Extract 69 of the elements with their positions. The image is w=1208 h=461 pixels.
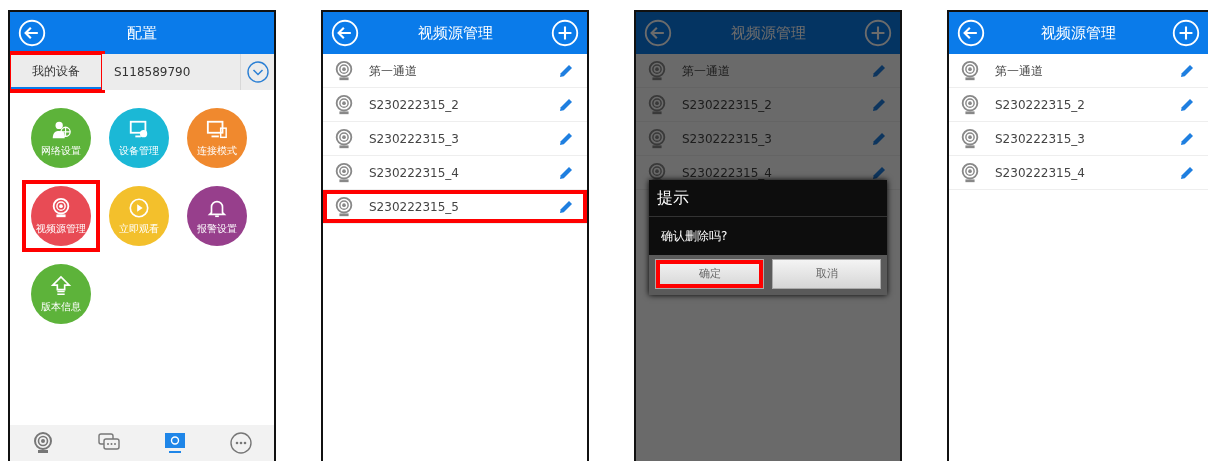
add-button[interactable] (1172, 19, 1200, 47)
dialog-message: 确认删除吗? (660, 228, 729, 245)
menu-tile[interactable]: 报警设置 (187, 186, 247, 246)
row-label: S230222315_5 (369, 198, 460, 216)
row-label: S230222315_2 (369, 96, 460, 114)
webcam-icon (646, 59, 668, 82)
plus-icon (864, 19, 892, 47)
list-row[interactable]: S230222315_4 (949, 156, 1208, 190)
webcam-icon (959, 127, 981, 150)
monitor-phone-icon (206, 118, 228, 141)
webcam-icon (646, 127, 668, 150)
dialog-button[interactable]: 确定 (655, 259, 764, 289)
row-label: S230222315_4 (995, 164, 1086, 182)
list-row[interactable]: S230222315_2 (323, 88, 587, 122)
list-row[interactable]: 第一通道 (636, 54, 900, 88)
add-button[interactable] (551, 19, 579, 47)
tab[interactable]: 我的设备 (10, 54, 102, 90)
plus-icon (551, 19, 579, 47)
back-button[interactable] (644, 19, 672, 47)
up-arrow-icon (50, 274, 72, 297)
row-label: S230222315_3 (369, 130, 460, 148)
webcam-icon (333, 161, 355, 184)
screen-title: 配置 (127, 22, 157, 44)
list-row[interactable]: S230222315_3 (323, 122, 587, 156)
dialog-title: 提示 (649, 180, 887, 217)
more-icon (229, 431, 253, 455)
webcam-icon (646, 93, 668, 116)
chevron-down-icon (245, 60, 270, 84)
play-icon (128, 196, 150, 219)
screen-title: 视频源管理 (730, 22, 806, 44)
list-row[interactable]: S230222315_2 (636, 88, 900, 122)
row-label: S230222315_3 (682, 130, 773, 148)
nav-tab[interactable] (31, 431, 55, 455)
row-label: S230222315_3 (995, 130, 1086, 148)
webcam-icon (333, 195, 355, 218)
webcam-icon (959, 59, 981, 82)
row-label: S230222315_4 (682, 164, 773, 182)
nav-tab[interactable] (229, 431, 253, 455)
list-row[interactable]: S230222315_3 (949, 122, 1208, 156)
nav-tab[interactable] (163, 431, 187, 455)
list-row[interactable]: S230222315_4 (323, 156, 587, 190)
screen-title: 视频源管理 (417, 22, 493, 44)
row-label: 第一通道 (369, 62, 418, 80)
webcam-icon (959, 93, 981, 116)
add-button[interactable] (864, 19, 892, 47)
row-label: S230222315_2 (682, 96, 773, 114)
webcam-icon (959, 161, 981, 184)
back-button[interactable] (957, 19, 985, 47)
list-row[interactable]: S230222315_5 (323, 190, 587, 224)
list-row[interactable]: S230222315_2 (949, 88, 1208, 122)
row-label: 第一通道 (682, 62, 731, 80)
webcam-icon (333, 127, 355, 150)
row-label: 第一通道 (995, 62, 1044, 80)
row-label: S230222315_2 (995, 96, 1086, 114)
webcam-icon (31, 431, 55, 455)
webcam-icon (333, 93, 355, 116)
back-button[interactable] (331, 19, 359, 47)
back-button[interactable] (18, 19, 46, 47)
list-row[interactable]: 第一通道 (323, 54, 587, 88)
menu-tile[interactable]: 视频源管理 (31, 186, 91, 246)
webcam-icon (333, 59, 355, 82)
dialog-button[interactable]: 取消 (772, 259, 881, 289)
list-row[interactable]: 第一通道 (949, 54, 1208, 88)
monitor-icon (163, 431, 187, 455)
list-row[interactable]: S230222315_3 (636, 122, 900, 156)
webcam-icon (50, 196, 72, 219)
row-label: S230222315_4 (369, 164, 460, 182)
screen-title: 视频源管理 (1041, 22, 1116, 44)
plus-icon (1172, 19, 1200, 47)
